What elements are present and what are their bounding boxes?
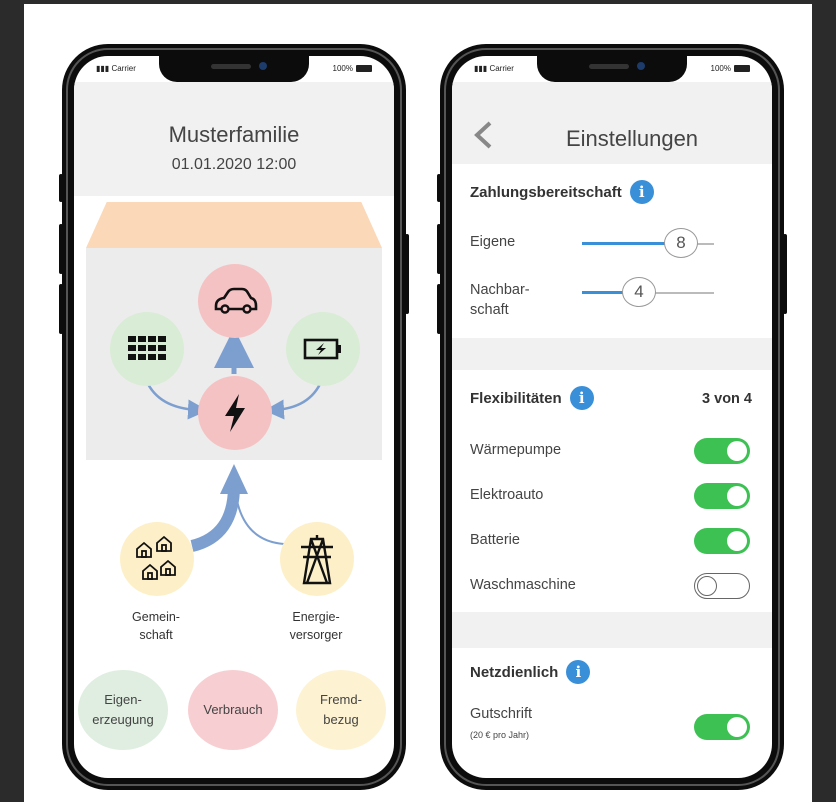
left-phone: ▮▮▮ Carrier 100% Musterfamilie 01.01.202… [59,44,409,790]
flex-section-title: Flexibilitäten i [470,386,594,410]
willingness-section-title: Zahlungsbereitschaft i [470,180,654,204]
info-icon[interactable]: i [569,386,594,410]
battery-icon [356,65,372,73]
right-screen: ▮▮▮ Carrier 100% Einstellungen Zahlungsb… [452,56,772,778]
flex-item-label: Elektroauto [470,487,544,503]
page-title: Einstellungen [565,126,699,151]
washing-machine-toggle[interactable] [694,573,750,599]
electric-car-toggle[interactable] [694,483,750,509]
own-slider-knob[interactable]: 8 [664,228,698,258]
consumer-car-node [198,264,272,338]
right-phone: ▮▮▮ Carrier 100% Einstellungen Zahlungsb… [437,44,787,790]
legend-own-generation: Eigen-erzeugung [78,670,168,750]
flex-item-label: Waschmaschine [470,577,576,593]
section-divider [452,338,772,370]
utility-label: Energie-versorger [289,610,343,642]
credit-toggle[interactable] [694,714,750,740]
legend-consumption: Verbrauch [188,670,278,750]
own-label: Eigene [470,234,516,250]
center-node [198,376,272,450]
figure-card: ▮▮▮ Carrier 100% Musterfamilie 01.01.202… [24,4,812,802]
houses-icon [136,535,176,580]
battery-status: 100% [333,64,372,73]
flex-count: 3 von 4 [702,391,752,407]
legend-external-supply: Fremd-bezug [296,670,386,750]
status-bar: ▮▮▮ Carrier 100% [96,62,372,78]
battery-charging-icon [303,338,341,360]
heat-pump-toggle[interactable] [694,438,750,464]
left-screen: ▮▮▮ Carrier 100% Musterfamilie 01.01.202… [74,56,394,778]
carrier-label: ▮▮▮ Carrier [96,64,136,73]
lightning-icon [225,394,245,432]
grid-section-title: Netzdienlich i [470,660,591,684]
info-icon[interactable]: i [566,660,591,684]
neighborhood-label: Nachbar-schaft [470,282,530,318]
own-slider-fill [582,242,666,245]
battery-node [286,312,360,386]
section-divider [452,612,772,648]
status-bar: ▮▮▮ Carrier 100% [474,62,750,78]
settings-header: Einstellungen [452,82,772,164]
credit-note: (20 € pro Jahr) [470,730,530,740]
battery-icon [734,65,750,73]
credit-label: Gutschrift [470,706,533,722]
flex-item-label: Batterie [470,532,520,548]
solar-panel-icon [128,336,166,360]
solar-node [110,312,184,386]
neighborhood-slider-fill [582,291,624,294]
carrier-label: ▮▮▮ Carrier [474,64,514,73]
info-icon[interactable]: i [629,180,654,204]
battery-status: 100% [711,64,750,73]
flex-item-label: Wärmepumpe [470,442,562,458]
community-node [120,522,194,596]
car-icon [214,287,258,314]
power-pylon-icon [301,535,333,585]
neighborhood-slider-knob[interactable]: 4 [622,277,656,307]
community-label: Gemein-schaft [132,610,180,642]
utility-node [280,522,354,596]
battery-toggle[interactable] [694,528,750,554]
